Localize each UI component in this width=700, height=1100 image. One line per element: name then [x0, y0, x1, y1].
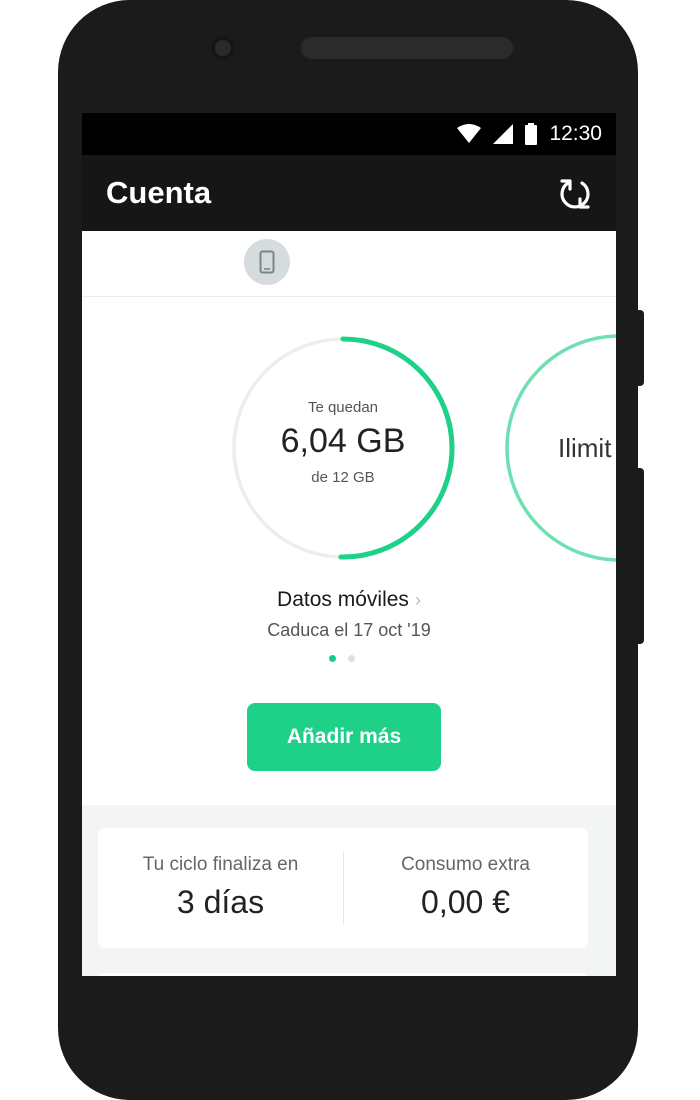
page-title: Cuenta — [106, 175, 212, 210]
data-title-text: Datos móviles — [277, 588, 409, 611]
next-plan-label: Ilimit — [558, 433, 612, 463]
device-tab[interactable] — [244, 239, 290, 285]
battery-icon — [525, 123, 538, 145]
cycle-end-column: Tu ciclo finaliza en 3 días — [98, 828, 343, 948]
summary-section: Tu ciclo finaliza en 3 días Consumo extr… — [82, 805, 616, 976]
remaining-value: 6,04 GB — [280, 422, 406, 460]
extra-usage-column: Consumo extra 0,00 € — [343, 828, 588, 948]
phone-device-icon — [259, 250, 275, 274]
signal-icon — [493, 124, 514, 144]
extra-usage-label: Consumo extra — [401, 854, 530, 875]
earpiece-speaker — [301, 37, 513, 59]
front-camera — [211, 36, 235, 60]
extra-usage-value: 0,00 € — [421, 884, 510, 920]
cycle-end-label: Tu ciclo finaliza en — [142, 854, 299, 875]
screen: 12:30 Cuenta Te quedan 6,04 GB de 12 GB … — [82, 113, 616, 976]
refresh-icon[interactable] — [558, 177, 592, 211]
page-indicator — [329, 655, 355, 662]
line-selector — [82, 231, 616, 297]
data-usage-center: Te quedan 6,04 GB de 12 GB — [228, 399, 458, 486]
data-section-title[interactable]: Datos móviles › — [82, 588, 616, 612]
page-dot — [348, 655, 355, 662]
remaining-label: Te quedan — [307, 399, 379, 416]
chevron-right-icon: › — [414, 590, 421, 610]
volume-button — [636, 468, 644, 644]
cycle-summary-card: Tu ciclo finaliza en 3 días Consumo extr… — [98, 828, 588, 948]
app-bar: Cuenta — [82, 155, 616, 231]
expiry-date: Caduca el 17 oct '19 — [267, 620, 431, 640]
status-bar: 12:30 — [82, 113, 616, 155]
status-time: 12:30 — [549, 122, 602, 145]
wifi-icon — [457, 124, 482, 143]
power-button — [636, 310, 644, 386]
page-dot-active — [329, 655, 336, 662]
cycle-end-value: 3 días — [176, 884, 265, 920]
add-more-button[interactable]: Añadir más — [247, 703, 441, 771]
total-value: de 12 GB — [311, 469, 375, 486]
